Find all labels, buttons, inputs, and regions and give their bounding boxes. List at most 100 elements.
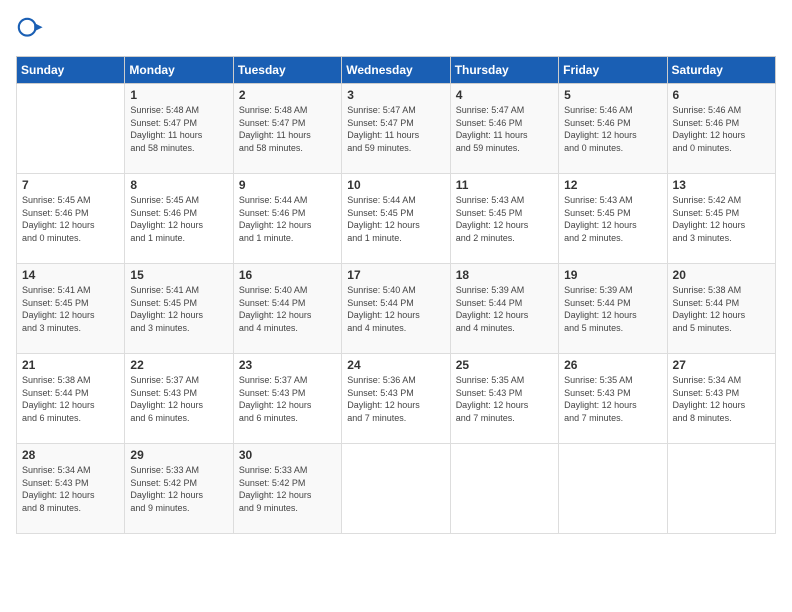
calendar-cell: 11Sunrise: 5:43 AM Sunset: 5:45 PM Dayli… — [450, 174, 558, 264]
day-info: Sunrise: 5:35 AM Sunset: 5:43 PM Dayligh… — [456, 374, 553, 424]
day-info: Sunrise: 5:40 AM Sunset: 5:44 PM Dayligh… — [239, 284, 336, 334]
calendar-cell: 6 Sunrise: 5:46 AM Sunset: 5:46 PM Daylig… — [667, 84, 775, 174]
calendar-cell: 7 Sunrise: 5:45 AM Sunset: 5:46 PM Daylig… — [17, 174, 125, 264]
calendar-cell — [17, 84, 125, 174]
calendar-cell — [667, 444, 775, 534]
calendar-cell: 18 Sunrise: 5:39 AM Sunset: 5:44 PM Dayli… — [450, 264, 558, 354]
day-info: Sunrise: 5:40 AM Sunset: 5:44 PM Dayligh… — [347, 284, 444, 334]
calendar-cell: 17 Sunrise: 5:40 AM Sunset: 5:44 PM Dayli… — [342, 264, 450, 354]
calendar-cell: 5 Sunrise: 5:46 AM Sunset: 5:46 PM Daylig… — [559, 84, 667, 174]
day-info: Sunrise: 5:39 AM Sunset: 5:44 PM Dayligh… — [456, 284, 553, 334]
day-number: 4 — [456, 88, 553, 102]
calendar-cell: 9 Sunrise: 5:44 AM Sunset: 5:46 PM Daylig… — [233, 174, 341, 264]
day-info: Sunrise: 5:47 AM Sunset: 5:47 PM Dayligh… — [347, 104, 444, 154]
day-info: Sunrise: 5:44 AM Sunset: 5:46 PM Dayligh… — [239, 194, 336, 244]
calendar-week-4: 21 Sunrise: 5:38 AM Sunset: 5:44 PM Dayli… — [17, 354, 776, 444]
weekday-header-sunday: Sunday — [17, 57, 125, 84]
calendar-week-3: 14 Sunrise: 5:41 AM Sunset: 5:45 PM Dayli… — [17, 264, 776, 354]
calendar-table: SundayMondayTuesdayWednesdayThursdayFrid… — [16, 56, 776, 534]
day-info: Sunrise: 5:37 AM Sunset: 5:43 PM Dayligh… — [239, 374, 336, 424]
day-number: 14 — [22, 268, 119, 282]
day-number: 30 — [239, 448, 336, 462]
day-info: Sunrise: 5:48 AM Sunset: 5:47 PM Dayligh… — [239, 104, 336, 154]
day-number: 20 — [673, 268, 770, 282]
weekday-header-thursday: Thursday — [450, 57, 558, 84]
logo — [16, 16, 48, 44]
day-number: 17 — [347, 268, 444, 282]
day-info: Sunrise: 5:41 AM Sunset: 5:45 PM Dayligh… — [22, 284, 119, 334]
day-number: 24 — [347, 358, 444, 372]
day-number: 22 — [130, 358, 227, 372]
calendar-cell: 8Sunrise: 5:45 AM Sunset: 5:46 PM Daylig… — [125, 174, 233, 264]
day-info: Sunrise: 5:33 AM Sunset: 5:42 PM Dayligh… — [130, 464, 227, 514]
day-number: 27 — [673, 358, 770, 372]
calendar-cell: 1 Sunrise: 5:48 AM Sunset: 5:47 PM Daylig… — [125, 84, 233, 174]
day-info: Sunrise: 5:48 AM Sunset: 5:47 PM Dayligh… — [130, 104, 227, 154]
day-info: Sunrise: 5:34 AM Sunset: 5:43 PM Dayligh… — [673, 374, 770, 424]
calendar-cell: 24Sunrise: 5:36 AM Sunset: 5:43 PM Dayli… — [342, 354, 450, 444]
calendar-body: 1 Sunrise: 5:48 AM Sunset: 5:47 PM Daylig… — [17, 84, 776, 534]
weekday-header-monday: Monday — [125, 57, 233, 84]
day-info: Sunrise: 5:45 AM Sunset: 5:46 PM Dayligh… — [130, 194, 227, 244]
page-header — [16, 16, 776, 44]
day-number: 3 — [347, 88, 444, 102]
day-number: 19 — [564, 268, 661, 282]
day-info: Sunrise: 5:44 AM Sunset: 5:45 PM Dayligh… — [347, 194, 444, 244]
day-info: Sunrise: 5:41 AM Sunset: 5:45 PM Dayligh… — [130, 284, 227, 334]
calendar-cell: 27 Sunrise: 5:34 AM Sunset: 5:43 PM Dayli… — [667, 354, 775, 444]
day-number: 18 — [456, 268, 553, 282]
calendar-cell: 26Sunrise: 5:35 AM Sunset: 5:43 PM Dayli… — [559, 354, 667, 444]
weekday-header-saturday: Saturday — [667, 57, 775, 84]
calendar-cell: 30 Sunrise: 5:33 AM Sunset: 5:42 PM Dayli… — [233, 444, 341, 534]
day-number: 10 — [347, 178, 444, 192]
day-number: 23 — [239, 358, 336, 372]
day-number: 2 — [239, 88, 336, 102]
calendar-cell: 21 Sunrise: 5:38 AM Sunset: 5:44 PM Dayli… — [17, 354, 125, 444]
weekday-header-wednesday: Wednesday — [342, 57, 450, 84]
day-number: 9 — [239, 178, 336, 192]
day-number: 28 — [22, 448, 119, 462]
calendar-cell: 20Sunrise: 5:38 AM Sunset: 5:44 PM Dayli… — [667, 264, 775, 354]
weekday-header-friday: Friday — [559, 57, 667, 84]
day-number: 29 — [130, 448, 227, 462]
day-number: 16 — [239, 268, 336, 282]
day-info: Sunrise: 5:42 AM Sunset: 5:45 PM Dayligh… — [673, 194, 770, 244]
calendar-header: SundayMondayTuesdayWednesdayThursdayFrid… — [17, 57, 776, 84]
calendar-cell: 25 Sunrise: 5:35 AM Sunset: 5:43 PM Dayli… — [450, 354, 558, 444]
day-info: Sunrise: 5:46 AM Sunset: 5:46 PM Dayligh… — [564, 104, 661, 154]
calendar-week-1: 1 Sunrise: 5:48 AM Sunset: 5:47 PM Daylig… — [17, 84, 776, 174]
day-info: Sunrise: 5:43 AM Sunset: 5:45 PM Dayligh… — [456, 194, 553, 244]
day-info: Sunrise: 5:38 AM Sunset: 5:44 PM Dayligh… — [22, 374, 119, 424]
day-number: 25 — [456, 358, 553, 372]
calendar-cell — [450, 444, 558, 534]
day-info: Sunrise: 5:33 AM Sunset: 5:42 PM Dayligh… — [239, 464, 336, 514]
calendar-week-5: 28 Sunrise: 5:34 AM Sunset: 5:43 PM Dayli… — [17, 444, 776, 534]
day-number: 12 — [564, 178, 661, 192]
day-number: 26 — [564, 358, 661, 372]
day-info: Sunrise: 5:45 AM Sunset: 5:46 PM Dayligh… — [22, 194, 119, 244]
day-number: 7 — [22, 178, 119, 192]
day-number: 5 — [564, 88, 661, 102]
calendar-cell: 19Sunrise: 5:39 AM Sunset: 5:44 PM Dayli… — [559, 264, 667, 354]
day-number: 21 — [22, 358, 119, 372]
calendar-cell: 29 Sunrise: 5:33 AM Sunset: 5:42 PM Dayli… — [125, 444, 233, 534]
calendar-cell: 4 Sunrise: 5:47 AM Sunset: 5:46 PM Daylig… — [450, 84, 558, 174]
calendar-cell: 13 Sunrise: 5:42 AM Sunset: 5:45 PM Dayli… — [667, 174, 775, 264]
calendar-cell: 15Sunrise: 5:41 AM Sunset: 5:45 PM Dayli… — [125, 264, 233, 354]
calendar-cell: 2 Sunrise: 5:48 AM Sunset: 5:47 PM Daylig… — [233, 84, 341, 174]
day-number: 1 — [130, 88, 227, 102]
day-info: Sunrise: 5:46 AM Sunset: 5:46 PM Dayligh… — [673, 104, 770, 154]
calendar-cell: 28 Sunrise: 5:34 AM Sunset: 5:43 PM Dayli… — [17, 444, 125, 534]
day-info: Sunrise: 5:34 AM Sunset: 5:43 PM Dayligh… — [22, 464, 119, 514]
day-info: Sunrise: 5:37 AM Sunset: 5:43 PM Dayligh… — [130, 374, 227, 424]
calendar-cell: 14 Sunrise: 5:41 AM Sunset: 5:45 PM Dayli… — [17, 264, 125, 354]
calendar-cell — [559, 444, 667, 534]
day-info: Sunrise: 5:47 AM Sunset: 5:46 PM Dayligh… — [456, 104, 553, 154]
day-number: 6 — [673, 88, 770, 102]
day-number: 13 — [673, 178, 770, 192]
calendar-cell: 12 Sunrise: 5:43 AM Sunset: 5:45 PM Dayli… — [559, 174, 667, 264]
calendar-cell: 22 Sunrise: 5:37 AM Sunset: 5:43 PM Dayli… — [125, 354, 233, 444]
calendar-week-2: 7 Sunrise: 5:45 AM Sunset: 5:46 PM Daylig… — [17, 174, 776, 264]
day-info: Sunrise: 5:43 AM Sunset: 5:45 PM Dayligh… — [564, 194, 661, 244]
calendar-cell — [342, 444, 450, 534]
